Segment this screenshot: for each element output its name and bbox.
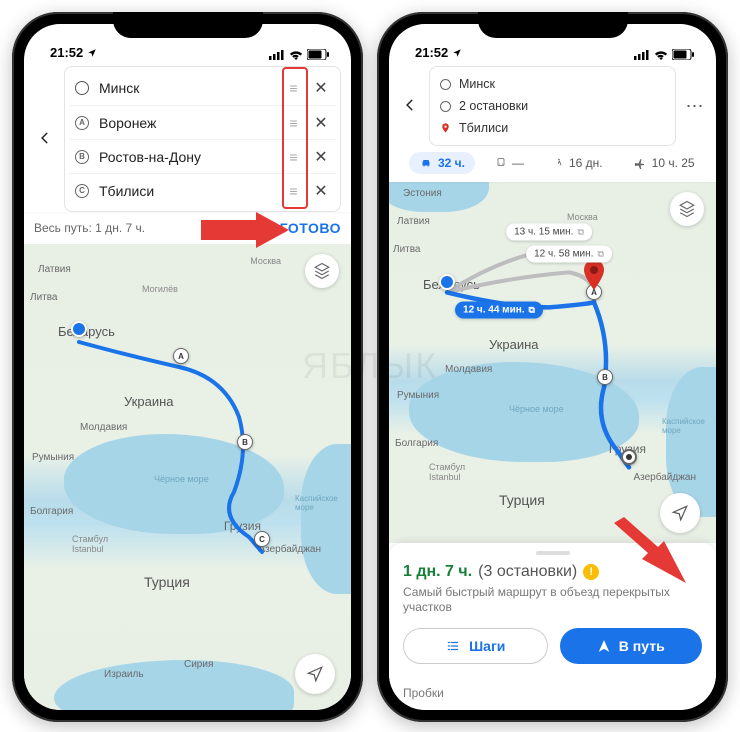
route-time-chip[interactable]: 12 ч. 58 мин.⧉ bbox=[526, 246, 612, 263]
more-button[interactable]: ⋯ bbox=[684, 96, 706, 117]
sheet-tab-traffic[interactable]: Пробки bbox=[403, 686, 444, 700]
route-waypoint-pin: B bbox=[237, 434, 253, 450]
remove-stop-button[interactable]: ✕ bbox=[312, 181, 330, 201]
steps-button[interactable]: Шаги bbox=[403, 628, 548, 664]
sheet-duration: 1 дн. 7 ч. bbox=[403, 563, 472, 581]
mode-tabs: 32 ч. — 16 дн. 10 ч. 25 bbox=[399, 146, 706, 182]
summary-to: Тбилиси bbox=[459, 121, 508, 135]
locate-button[interactable] bbox=[660, 493, 700, 533]
back-button[interactable] bbox=[399, 95, 421, 118]
stops-icon bbox=[440, 101, 451, 112]
route-waypoint-pin: B bbox=[597, 369, 613, 385]
notch bbox=[113, 12, 263, 38]
total-duration: Весь путь: 1 дн. 7 ч. bbox=[34, 221, 145, 235]
back-button[interactable] bbox=[34, 128, 56, 151]
mode-walk[interactable]: 16 дн. bbox=[544, 152, 613, 174]
train-icon bbox=[495, 157, 507, 169]
route-time-chip[interactable]: 13 ч. 15 мин.⧉ bbox=[506, 224, 592, 241]
warning-icon: ! bbox=[583, 564, 599, 580]
waypoint-c-icon: C bbox=[75, 184, 89, 198]
location-arrow-icon bbox=[87, 48, 97, 58]
status-time: 21:52 bbox=[415, 45, 448, 60]
route-dest-pin bbox=[621, 449, 637, 465]
route-line bbox=[24, 244, 351, 710]
locate-button[interactable] bbox=[295, 654, 335, 694]
remove-stop-button[interactable]: ✕ bbox=[312, 147, 330, 167]
signal-icon bbox=[269, 50, 285, 60]
chevron-left-icon bbox=[38, 131, 52, 145]
navigate-icon bbox=[597, 639, 611, 653]
route-origin-pin bbox=[71, 321, 87, 337]
notch bbox=[478, 12, 628, 38]
route-panel: Минск 2 остановки Тбилиси ⋯ 32 ч. — 16 д… bbox=[389, 62, 716, 182]
done-button[interactable]: ГОТОВО bbox=[280, 220, 341, 236]
drag-handle-icon[interactable]: ≡ bbox=[284, 183, 302, 199]
origin-icon bbox=[75, 81, 89, 95]
layers-icon bbox=[313, 262, 331, 280]
start-navigation-button[interactable]: В путь bbox=[560, 628, 703, 664]
stop-c[interactable]: Тбилиси bbox=[99, 183, 274, 199]
signal-icon bbox=[634, 50, 650, 60]
layers-icon bbox=[678, 200, 696, 218]
phone-left: 21:52 Минск ≡ ✕ bbox=[12, 12, 363, 722]
locate-icon bbox=[306, 665, 324, 683]
phone-right: 21:52 Минск 2 остановки Тбилиси ⋯ bbox=[377, 12, 728, 722]
chevron-left-icon bbox=[403, 98, 417, 112]
location-arrow-icon bbox=[452, 48, 462, 58]
plane-icon bbox=[633, 157, 647, 169]
car-icon bbox=[419, 157, 433, 169]
sheet-stops: (3 остановки) bbox=[478, 563, 577, 581]
layers-button[interactable] bbox=[305, 254, 339, 288]
route-waypoint-pin: C bbox=[254, 531, 270, 547]
sheet-subtitle: Самый быстрый маршрут в объезд перекрыты… bbox=[403, 585, 702, 616]
walk-icon bbox=[554, 156, 564, 170]
locate-icon bbox=[671, 504, 689, 522]
route-summary[interactable]: Минск 2 остановки Тбилиси bbox=[429, 66, 676, 146]
stop-origin[interactable]: Минск bbox=[99, 80, 274, 96]
drag-handle-icon[interactable]: ≡ bbox=[284, 115, 302, 131]
remove-stop-button[interactable]: ✕ bbox=[312, 78, 330, 98]
layers-button[interactable] bbox=[670, 192, 704, 226]
mode-fly[interactable]: 10 ч. 25 bbox=[623, 152, 705, 174]
status-time: 21:52 bbox=[50, 45, 83, 60]
mode-transit[interactable]: — bbox=[485, 152, 534, 174]
route-origin-pin bbox=[439, 274, 455, 290]
sheet-grabber[interactable] bbox=[536, 551, 570, 555]
bottom-sheet[interactable]: 1 дн. 7 ч. (3 остановки) ! Самый быстрый… bbox=[389, 543, 716, 710]
battery-icon bbox=[307, 49, 329, 60]
waypoint-b-icon: B bbox=[75, 150, 89, 164]
map[interactable]: Латвия Литва Беларусь Могилёв Москва Укр… bbox=[24, 244, 351, 710]
wifi-icon bbox=[289, 50, 303, 60]
route-panel: Минск ≡ ✕ A Воронеж ≡ ✕ B Ростов-на-Дону… bbox=[24, 62, 351, 212]
destination-pin-icon bbox=[440, 123, 451, 134]
battery-icon bbox=[672, 49, 694, 60]
drag-handle-icon[interactable]: ≡ bbox=[284, 80, 302, 96]
stop-a[interactable]: Воронеж bbox=[99, 115, 274, 131]
waypoint-a-icon: A bbox=[75, 116, 89, 130]
wifi-icon bbox=[654, 50, 668, 60]
list-icon bbox=[445, 639, 461, 653]
destination-pin-icon bbox=[582, 260, 606, 295]
stop-b[interactable]: Ростов-на-Дону bbox=[99, 149, 274, 165]
remove-stop-button[interactable]: ✕ bbox=[312, 113, 330, 133]
summary-stops: 2 остановки bbox=[459, 99, 528, 113]
route-time-chip-active[interactable]: 12 ч. 44 мин.⧉ bbox=[455, 302, 543, 319]
origin-icon bbox=[440, 79, 451, 90]
mode-drive[interactable]: 32 ч. bbox=[409, 152, 475, 174]
map[interactable]: Эстония Латвия Литва Москва Беларусь Укр… bbox=[389, 182, 716, 543]
route-waypoint-pin: A bbox=[173, 348, 189, 364]
summary-from: Минск bbox=[459, 77, 495, 91]
drag-handle-icon[interactable]: ≡ bbox=[284, 149, 302, 165]
